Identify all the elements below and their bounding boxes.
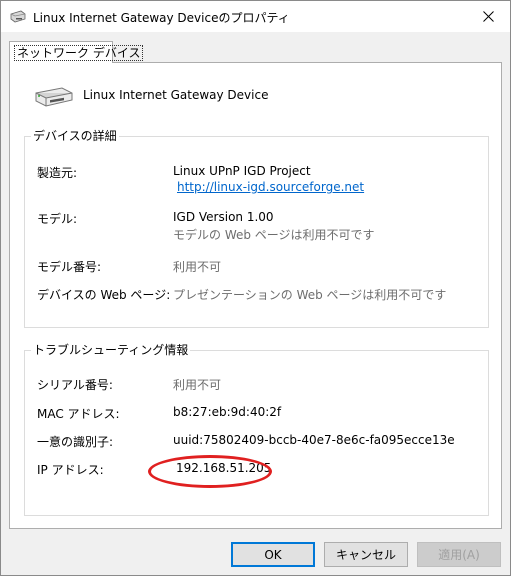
device-details-group: デバイスの詳細 製造元: Linux UPnP IGD Project http… [24,128,489,328]
model-number-value: 利用不可 [173,260,222,274]
tab-label: ネットワーク デバイス [14,45,144,61]
model-label: モデル: [37,212,78,226]
manufacturer-value: Linux UPnP IGD Project [173,164,311,178]
unique-id-label: 一意の識別子: [37,435,114,449]
model-web-page-value: モデルの Web ページは利用不可です [173,228,375,242]
tab-network-device[interactable]: ネットワーク デバイス [9,41,144,63]
cancel-button[interactable]: キャンセル [324,542,408,567]
properties-dialog: Linux Internet Gateway Deviceのプロパティ ネットワ… [0,0,511,576]
device-web-page-value: プレゼンテーションの Web ページは利用不可です [173,288,447,302]
close-button[interactable] [466,1,510,32]
model-value: IGD Version 1.00 [173,210,274,224]
manufacturer-label: 製造元: [37,166,78,180]
unique-id-value: uuid:75802409-bccb-40e7-8e6c-fa095ecce13… [173,433,455,447]
ip-address-value: 192.168.51.205 [176,461,272,475]
serial-number-value: 利用不可 [173,378,222,392]
close-icon [482,11,494,22]
mac-address-label: MAC アドレス: [37,407,120,421]
group-title: トラブルシューティング情報 [31,342,191,358]
serial-number-label: シリアル番号: [37,378,113,392]
device-icon [10,10,26,23]
device-web-page-label: デバイスの Web ページ: [37,288,171,302]
router-icon [34,85,74,109]
apply-button[interactable]: 適用(A) [417,542,501,567]
window-title: Linux Internet Gateway Deviceのプロパティ [33,11,290,25]
title-bar: Linux Internet Gateway Deviceのプロパティ [1,1,510,32]
mac-address-value: b8:27:eb:9d:40:2f [173,405,282,419]
ok-button[interactable]: OK [231,542,315,567]
model-number-label: モデル番号: [37,260,102,274]
manufacturer-link[interactable]: http://linux-igd.sourceforge.net [177,180,364,194]
tab-panel: Linux Internet Gateway Device デバイスの詳細 製造… [9,62,502,529]
troubleshooting-group: トラブルシューティング情報 シリアル番号: 利用不可 MAC アドレス: b8:… [24,342,489,516]
ip-address-label: IP アドレス: [37,463,104,477]
device-name: Linux Internet Gateway Device [83,88,269,102]
group-title: デバイスの詳細 [31,128,119,144]
